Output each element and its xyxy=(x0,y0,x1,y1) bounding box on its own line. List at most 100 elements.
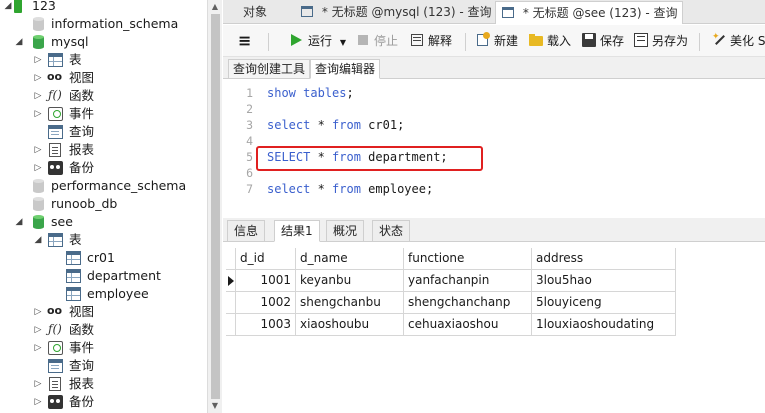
expand-arrow-icon[interactable]: ▷ xyxy=(33,393,43,411)
query-icon xyxy=(48,359,63,373)
tree-item-see-queries[interactable]: 查询 xyxy=(0,357,207,375)
tree-connection-123[interactable]: ◢ 123 xyxy=(0,0,207,15)
tree-item-see-tables[interactable]: ◢ 表 xyxy=(0,231,207,249)
explain-button[interactable]: 解释 xyxy=(409,32,452,50)
new-button[interactable]: 新建 xyxy=(475,32,518,50)
expand-arrow-icon[interactable]: ▷ xyxy=(33,321,43,339)
tab-query-mysql[interactable]: * 无标题 @mysql (123) - 查询 xyxy=(295,1,493,24)
table-cell[interactable]: 5louyiceng xyxy=(532,292,676,314)
column-header[interactable]: d_name xyxy=(296,248,404,270)
collapse-arrow-icon[interactable]: ◢ xyxy=(14,213,24,231)
tab-query-editor[interactable]: 查询编辑器 xyxy=(310,59,381,79)
query-icon xyxy=(48,125,63,139)
tree-item-see-views[interactable]: ▷ oo 视图 xyxy=(0,303,207,321)
table-cell[interactable]: yanfachanpin xyxy=(404,270,532,292)
expand-arrow-icon[interactable]: ▷ xyxy=(33,303,43,321)
tab-status[interactable]: 状态 xyxy=(372,220,411,242)
tree-item-see-functions[interactable]: ▷ ƒ() 函数 xyxy=(0,321,207,339)
tree-table-employee[interactable]: employee xyxy=(0,285,207,303)
database-icon xyxy=(32,179,45,193)
tree-item-mysql-tables[interactable]: ▷ 表 xyxy=(0,51,207,69)
table-cell[interactable]: 1002 xyxy=(236,292,296,314)
tree-item-see-reports[interactable]: ▷ 报表 xyxy=(0,375,207,393)
tree-db-runoob-db[interactable]: runoob_db xyxy=(0,195,207,213)
node-label: department xyxy=(87,268,161,283)
tree-db-mysql[interactable]: ◢ mysql xyxy=(0,33,207,51)
tab-info[interactable]: 信息 xyxy=(227,220,266,242)
table-cell[interactable]: 1louxiaoshoudating xyxy=(532,314,676,336)
load-label: 载入 xyxy=(547,34,572,48)
expand-arrow-icon[interactable]: ▷ xyxy=(33,51,43,69)
sql-editor[interactable]: 1 show tables; 2 3 select * from cr01; 4… xyxy=(223,80,765,214)
tree-item-mysql-events[interactable]: ▷ 事件 xyxy=(0,105,207,123)
tab-objects[interactable]: 对象 xyxy=(223,1,293,24)
table-icon xyxy=(48,233,63,247)
stop-icon xyxy=(355,32,371,48)
run-label: 运行 xyxy=(308,34,333,48)
tree-table-department[interactable]: department xyxy=(0,267,207,285)
tree-db-performance-schema[interactable]: performance_schema xyxy=(0,177,207,195)
table-cell[interactable]: 3lou5hao xyxy=(532,270,676,292)
tab-query-see[interactable]: * 无标题 @see (123) - 查询 xyxy=(495,1,683,24)
tree-db-information-schema[interactable]: information_schema xyxy=(0,15,207,33)
table-cell[interactable]: shengchanbu xyxy=(296,292,404,314)
scrollbar-thumb[interactable] xyxy=(211,14,220,399)
dropdown-arrow-icon[interactable]: ▼ xyxy=(340,38,346,47)
column-header[interactable]: d_id xyxy=(236,248,296,270)
scroll-down-icon[interactable]: ▼ xyxy=(208,399,222,413)
collapse-arrow-icon[interactable]: ◢ xyxy=(3,0,13,15)
folder-icon xyxy=(528,32,544,48)
table-cell[interactable]: shengchanchanp xyxy=(404,292,532,314)
expand-arrow-icon[interactable]: ▷ xyxy=(33,141,43,159)
node-label: 函数 xyxy=(69,322,95,337)
scroll-up-icon[interactable]: ▲ xyxy=(208,0,222,14)
tree-scrollbar[interactable]: ▲ ▼ xyxy=(207,0,222,413)
column-header[interactable]: functione xyxy=(404,248,532,270)
line-number: 1 xyxy=(246,86,253,100)
expand-arrow-icon[interactable]: ▷ xyxy=(33,87,43,105)
expand-arrow-icon[interactable]: ▷ xyxy=(33,105,43,123)
tree-item-mysql-views[interactable]: ▷ oo 视图 xyxy=(0,69,207,87)
save-button[interactable]: 保存 xyxy=(581,32,624,50)
expand-arrow-icon[interactable]: ▷ xyxy=(33,339,43,357)
expand-arrow-icon[interactable]: ▷ xyxy=(33,69,43,87)
query-panel: 对象 * 无标题 @mysql (123) - 查询 * 无标题 @see (1… xyxy=(223,0,765,413)
expand-arrow-icon[interactable]: ▷ xyxy=(33,375,43,393)
column-header[interactable]: address xyxy=(532,248,676,270)
connection-icon xyxy=(14,0,22,13)
tree-item-mysql-reports[interactable]: ▷ 报表 xyxy=(0,141,207,159)
tab-profile[interactable]: 概况 xyxy=(326,220,365,242)
db-label: runoob_db xyxy=(51,196,118,211)
tab-query-builder[interactable]: 查询创建工具 xyxy=(228,59,311,79)
collapse-arrow-icon[interactable]: ◢ xyxy=(33,231,43,249)
run-button[interactable]: 运行 ▼ xyxy=(289,32,346,50)
row-indicator[interactable] xyxy=(226,314,236,336)
tree-item-see-backups[interactable]: ▷ 备份 xyxy=(0,393,207,411)
menu-icon[interactable]: ≡ xyxy=(238,32,251,50)
stop-button[interactable]: 停止 xyxy=(355,32,398,50)
tab-result1[interactable]: 结果1 xyxy=(274,220,320,242)
row-indicator[interactable] xyxy=(226,270,236,292)
table-cell[interactable]: 1003 xyxy=(236,314,296,336)
expand-arrow-icon[interactable]: ▷ xyxy=(33,159,43,177)
tree-item-see-events[interactable]: ▷ 事件 xyxy=(0,339,207,357)
node-label: 报表 xyxy=(69,142,95,157)
sql-keyword: select xyxy=(267,118,311,132)
collapse-arrow-icon[interactable]: ◢ xyxy=(14,33,24,51)
row-indicator[interactable] xyxy=(226,292,236,314)
database-icon xyxy=(32,197,45,211)
table-cell[interactable]: keyanbu xyxy=(296,270,404,292)
beautify-button[interactable]: ✦ 美化 S xyxy=(711,32,765,50)
table-cell[interactable]: xiaoshoubu xyxy=(296,314,404,336)
tree-table-cr01[interactable]: cr01 xyxy=(0,249,207,267)
query-icon xyxy=(502,7,516,19)
tree-item-mysql-backups[interactable]: ▷ 备份 xyxy=(0,159,207,177)
table-cell[interactable]: cehuaxiaoshou xyxy=(404,314,532,336)
node-label: 报表 xyxy=(69,376,95,391)
load-button[interactable]: 载入 xyxy=(528,32,571,50)
tree-item-mysql-functions[interactable]: ▷ ƒ() 函数 xyxy=(0,87,207,105)
table-cell[interactable]: 1001 xyxy=(236,270,296,292)
tree-item-mysql-queries[interactable]: 查询 xyxy=(0,123,207,141)
save-as-button[interactable]: 另存为 xyxy=(633,32,688,50)
tree-db-see[interactable]: ◢ see xyxy=(0,213,207,231)
